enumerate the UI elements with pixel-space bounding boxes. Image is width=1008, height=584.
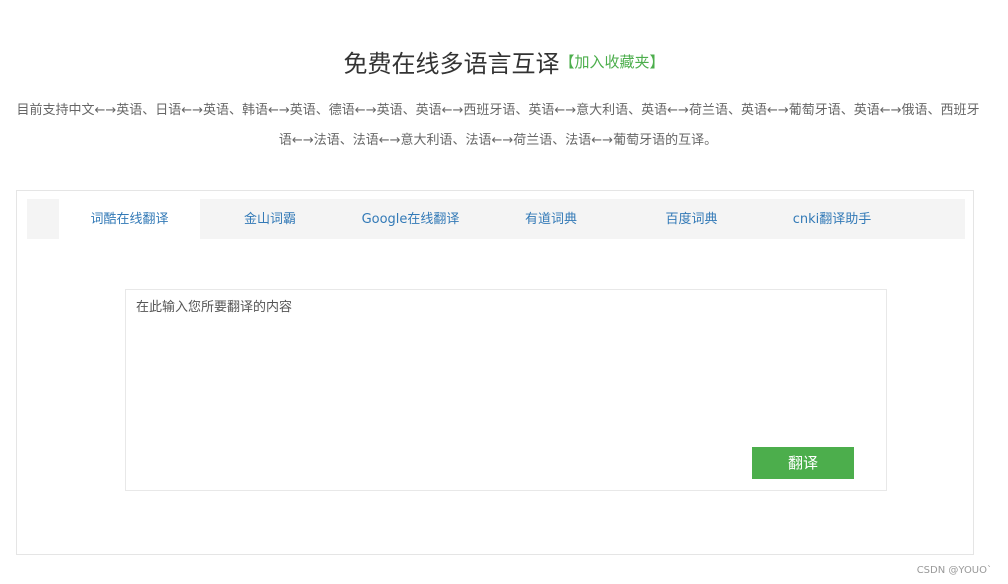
tab-youdao-dict[interactable]: 有道词典	[481, 199, 621, 239]
translator-tabbar: 词酷在线翻译 金山词霸 Google在线翻译 有道词典 百度词典 cnki翻译助…	[27, 199, 965, 239]
tab-cidict-online[interactable]: 词酷在线翻译	[59, 199, 200, 239]
page-title: 免费在线多语言互译	[343, 50, 560, 78]
page-header: 免费在线多语言互译【加入收藏夹】	[0, 44, 1008, 79]
tab-baidu-dict[interactable]: 百度词典	[621, 199, 762, 239]
supported-languages-description: 目前支持中文←→英语、日语←→英语、韩语←→英语、德语←→英语、英语←→西班牙语…	[16, 103, 980, 148]
translation-input-box: 翻译	[125, 289, 887, 491]
tab-cnki-assistant[interactable]: cnki翻译助手	[762, 199, 902, 239]
translator-page: 免费在线多语言互译【加入收藏夹】 目前支持中文←→英语、日语←→英语、韩语←→英…	[0, 0, 1008, 584]
translator-panel: 词酷在线翻译 金山词霸 Google在线翻译 有道词典 百度词典 cnki翻译助…	[16, 190, 974, 555]
csdn-watermark: CSDN @YOUO`	[916, 565, 992, 576]
tab-jinshan-ciba[interactable]: 金山词霸	[200, 199, 340, 239]
add-bookmark-link[interactable]: 【加入收藏夹】	[559, 53, 664, 71]
translate-button[interactable]: 翻译	[752, 447, 854, 479]
translation-input[interactable]	[126, 290, 886, 440]
tab-google-translate[interactable]: Google在线翻译	[340, 199, 481, 239]
